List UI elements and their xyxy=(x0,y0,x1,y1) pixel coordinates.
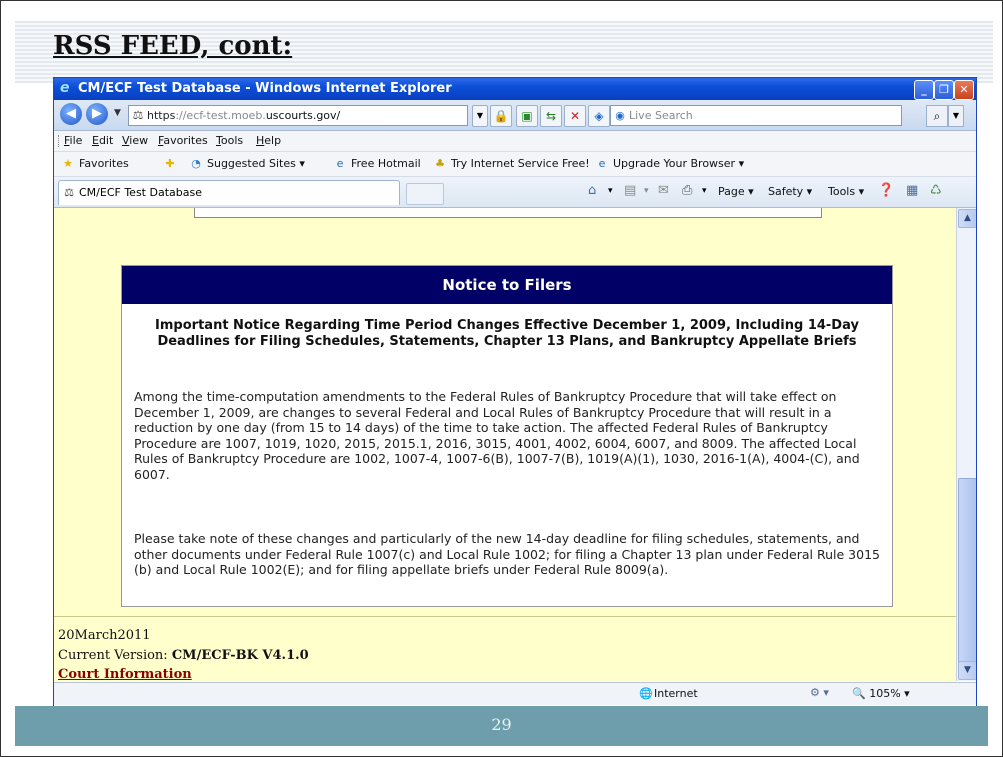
scroll-up-button[interactable]: ▲ xyxy=(958,209,976,228)
close-button[interactable]: ✕ xyxy=(954,80,974,100)
protected-mode-icon[interactable]: ⚙ ▾ xyxy=(810,686,829,699)
menu-view[interactable]: View xyxy=(122,134,148,147)
home-icon[interactable]: ⌂ xyxy=(588,183,596,198)
compatibility-icon[interactable]: ▣ xyxy=(516,105,538,127)
scroll-thumb[interactable] xyxy=(958,478,976,664)
search-options-dropdown[interactable]: ▼ xyxy=(948,105,964,127)
favorites-button[interactable]: ★ Favorites xyxy=(60,157,129,170)
court-scale-icon: ⚖ xyxy=(64,186,74,199)
menu-file[interactable]: File xyxy=(64,134,82,147)
notice-subtitle: Important Notice Regarding Time Period C… xyxy=(155,318,859,349)
browser-window: e CM/ECF Test Database - Windows Interne… xyxy=(53,77,977,717)
live-search-icon: ◉ xyxy=(615,109,625,122)
page-menu[interactable]: Page ▾ xyxy=(718,185,754,198)
address-input[interactable]: ⚖ https://ecf-test.moeb.uscourts.gov/ xyxy=(128,105,468,126)
menu-bar: File Edit View Favorites Tools Help xyxy=(54,131,976,152)
minimize-button[interactable]: _ xyxy=(914,80,934,100)
url-scheme: https xyxy=(147,109,176,122)
home-dropdown-icon[interactable]: ▾ xyxy=(608,186,613,196)
footer-date: 20March2011 xyxy=(58,628,151,643)
research-icon[interactable]: ▦ xyxy=(906,183,918,198)
fav-suggested-sites[interactable]: ◔ Suggested Sites ▾ xyxy=(188,157,305,170)
vertical-scrollbar[interactable]: ▲ ▼ xyxy=(956,208,976,681)
toolbar-grip[interactable] xyxy=(58,135,61,147)
fav-internet-service-label: Try Internet Service Free! xyxy=(451,157,590,170)
notice-paragraph-2: Please take note of these changes and pa… xyxy=(134,531,880,577)
version-label: Current Version: xyxy=(58,648,172,663)
add-favorite-icon: ✚ xyxy=(165,157,175,170)
court-scale-icon: ⚖ xyxy=(132,108,144,122)
scroll-down-button[interactable]: ▼ xyxy=(958,661,976,680)
address-dropdown-icon[interactable]: ▼ xyxy=(472,105,488,127)
window-titlebar[interactable]: e CM/ECF Test Database - Windows Interne… xyxy=(54,78,976,100)
court-information-link[interactable]: Court Information xyxy=(58,667,192,681)
tab-cmecf[interactable]: ⚖ CM/ECF Test Database xyxy=(58,180,400,205)
back-button[interactable]: ◀ xyxy=(60,103,82,125)
menu-help[interactable]: Help xyxy=(256,134,281,147)
help-icon[interactable]: ❓ xyxy=(878,183,894,198)
print-dropdown-icon[interactable]: ▾ xyxy=(702,186,707,196)
ie-page-icon: e xyxy=(598,157,606,170)
fav-suggested-sites-label: Suggested Sites ▾ xyxy=(207,157,305,170)
slide-title: RSS FEED, cont: xyxy=(53,31,293,61)
url-host: ://ecf-test.moeb. xyxy=(175,109,266,122)
msn-icon: ♣ xyxy=(435,157,445,170)
search-placeholder: Live Search xyxy=(629,109,693,122)
window-title: CM/ECF Test Database - Windows Internet … xyxy=(78,81,452,96)
messenger-icon[interactable]: ♺ xyxy=(930,183,942,198)
live-search-provider-icon[interactable]: ◈ xyxy=(588,105,610,127)
stop-icon[interactable]: ✕ xyxy=(564,105,586,127)
forward-button[interactable]: ▶ xyxy=(86,103,108,125)
fav-free-hotmail[interactable]: e Free Hotmail xyxy=(332,157,421,170)
version-value: CM/ECF-BK V4.1.0 xyxy=(171,648,309,663)
tab-bar: ⚖ CM/ECF Test Database ⌂ ▾ ▤ ▾ ✉ ⎙ ▾ Page… xyxy=(54,177,976,208)
ie-page-icon: e xyxy=(336,157,344,170)
feeds-dropdown-icon[interactable]: ▾ xyxy=(644,186,649,196)
security-zone[interactable]: 🌐Internet xyxy=(638,687,698,700)
notice-panel: Notice to Filers Important Notice Regard… xyxy=(121,265,893,607)
slide-footer-bar: 29 xyxy=(15,706,988,746)
login-box-bottom xyxy=(194,208,822,218)
slide-number: 29 xyxy=(491,715,512,734)
search-button[interactable]: ⌕ xyxy=(926,105,948,127)
print-icon[interactable]: ⎙ xyxy=(682,183,692,198)
fav-upgrade-browser[interactable]: e Upgrade Your Browser ▾ xyxy=(594,157,745,170)
refresh-icon[interactable]: ⇆ xyxy=(540,105,562,127)
zoom-value: 105% xyxy=(869,687,901,700)
globe-icon: 🌐 xyxy=(639,687,653,700)
favorites-label: Favorites xyxy=(79,157,129,170)
url-domain: uscourts.gov/ xyxy=(265,109,341,122)
restore-button[interactable]: ❐ xyxy=(934,80,954,100)
new-tab-button[interactable] xyxy=(406,183,444,205)
menu-tools[interactable]: Tools xyxy=(216,134,243,147)
safety-menu[interactable]: Safety ▾ xyxy=(768,185,812,198)
fav-upgrade-browser-label: Upgrade Your Browser ▾ xyxy=(613,157,745,170)
menu-favorites[interactable]: Favorites xyxy=(158,134,208,147)
add-favorite-button[interactable]: ✚ xyxy=(162,157,181,170)
fav-internet-service[interactable]: ♣ Try Internet Service Free! xyxy=(432,157,590,170)
tools-menu[interactable]: Tools ▾ xyxy=(828,185,864,198)
fav-free-hotmail-label: Free Hotmail xyxy=(351,157,421,170)
star-icon: ★ xyxy=(63,157,73,170)
menu-edit[interactable]: Edit xyxy=(92,134,113,147)
footer-divider xyxy=(54,616,956,617)
tab-label: CM/ECF Test Database xyxy=(79,186,202,199)
favorites-bar: ★ Favorites ✚ ◔ Suggested Sites ▾ e Free Ho… xyxy=(54,152,976,177)
search-input[interactable]: ◉ Live Search xyxy=(610,105,902,126)
history-dropdown-icon[interactable]: ▼ xyxy=(114,108,121,118)
mail-icon[interactable]: ✉ xyxy=(658,183,669,198)
lock-icon[interactable]: 🔒 xyxy=(490,105,512,127)
zone-label: Internet xyxy=(654,687,698,700)
notice-paragraph-1: Among the time-computation amendments to… xyxy=(134,389,860,482)
suggested-sites-icon: ◔ xyxy=(191,157,201,170)
ie-logo-icon: e xyxy=(60,80,70,96)
page-content: Notice to Filers Important Notice Regard… xyxy=(54,208,956,681)
footer-version: Current Version: CM/ECF-BK V4.1.0 xyxy=(58,648,309,663)
zoom-level[interactable]: 🔍 105% ▾ xyxy=(852,687,910,700)
feeds-icon[interactable]: ▤ xyxy=(624,183,636,198)
address-toolbar: ◀ ▶ ▼ ⚖ https://ecf-test.moeb.uscourts.go… xyxy=(54,100,976,131)
status-bar: 🌐Internet ⚙ ▾ 🔍 105% ▾ xyxy=(54,682,976,705)
notice-header: Notice to Filers xyxy=(122,266,892,304)
slide-frame: RSS FEED, cont: e CM/ECF Test Database -… xyxy=(0,0,1003,757)
